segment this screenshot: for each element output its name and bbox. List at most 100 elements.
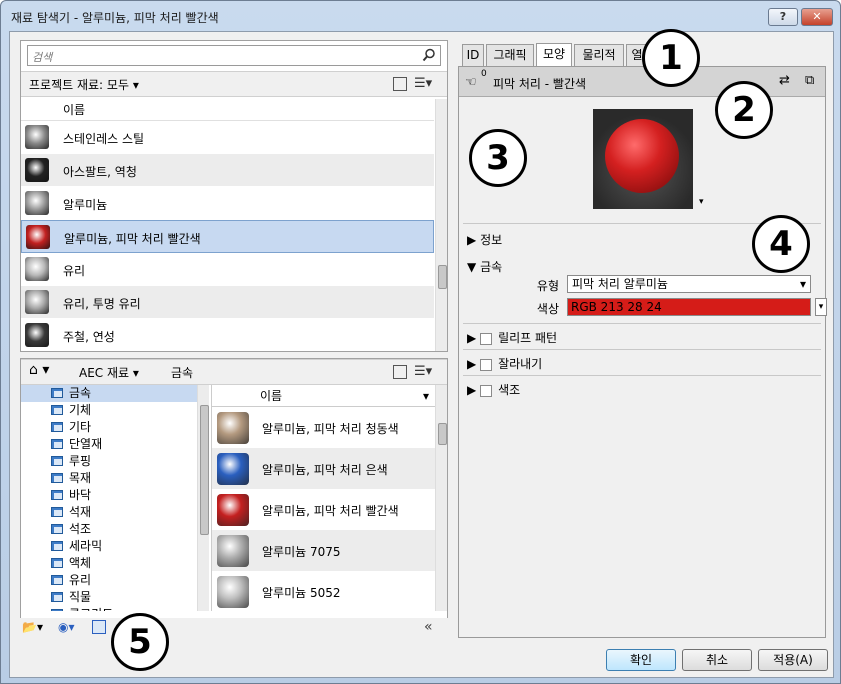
relief-checkbox[interactable] [480, 332, 493, 345]
panel-view-icon[interactable] [393, 365, 407, 379]
tree-item-label: 직물 [69, 590, 92, 604]
list-item[interactable]: 아스팔트, 역청 [21, 154, 434, 187]
scrollbar-thumb[interactable] [200, 405, 209, 535]
tint-checkbox[interactable] [480, 384, 493, 397]
list-item[interactable]: 알루미늄, 피막 처리 빨간색 [212, 489, 437, 530]
tree-item[interactable]: 기체 [21, 402, 199, 419]
material-thumbnail [25, 158, 49, 182]
tree-item[interactable]: 석조 [21, 521, 199, 538]
tree-item[interactable]: 콘크리트 [21, 606, 199, 611]
project-material-list: 이름 스테인레스 스틸 아스팔트, 역청 알루미늄 알루미늄, 피막 처리 빨간색 유리… [21, 99, 434, 351]
tree-item[interactable]: 단열재 [21, 436, 199, 453]
create-material-icon[interactable]: ◉▾ [58, 620, 75, 634]
tree-item[interactable]: 액체 [21, 555, 199, 572]
folder-icon [51, 558, 63, 568]
list-item[interactable]: 주철, 연성 [21, 319, 434, 351]
tree-item[interactable]: 기타 [21, 419, 199, 436]
dialog-window: 재료 탐색기 - 알루미늄, 피막 처리 빨간색 ? ✕ 검색 프로젝트 재료:… [0, 0, 841, 684]
search-placeholder: 검색 [32, 51, 53, 64]
scrollbar-thumb[interactable] [438, 265, 447, 289]
project-filter-dropdown[interactable]: 프로젝트 재료: 모두 ▾ [29, 76, 139, 93]
duplicate-asset-icon[interactable]: ⧉ [805, 73, 814, 88]
folder-icon [51, 524, 63, 534]
tree-item[interactable]: 목재 [21, 470, 199, 487]
material-name: 유리, 투명 유리 [63, 297, 141, 311]
list-item[interactable]: 알루미늄 5052 [212, 571, 437, 611]
tab-physical[interactable]: 물리적 [574, 44, 624, 66]
ok-button[interactable]: 확인 [606, 649, 676, 671]
material-thumbnail [25, 125, 49, 149]
appearance-preview[interactable] [593, 109, 693, 209]
list-item[interactable]: 알루미늄 [21, 187, 434, 220]
scrollbar-thumb[interactable] [438, 423, 447, 445]
section-info[interactable]: ▶ 정보 [467, 231, 502, 248]
window-title: 재료 탐색기 - 알루미늄, 피막 처리 빨간색 [11, 11, 219, 25]
search-input[interactable]: 검색 [27, 45, 441, 66]
material-name: 알루미늄 [63, 198, 108, 212]
tab-graphics[interactable]: 그래픽 [486, 44, 534, 66]
list-item[interactable]: 알루미늄 7075 [212, 530, 437, 571]
title-bar[interactable]: 재료 탐색기 - 알루미늄, 피막 처리 빨간색 ? ✕ [1, 1, 840, 31]
material-thumbnail [26, 225, 50, 249]
breadcrumb-aec[interactable]: AEC 재료 ▾ [79, 364, 139, 381]
chevron-down-icon[interactable]: ▾ [699, 197, 704, 207]
replace-asset-icon[interactable]: ⇄ [779, 73, 790, 88]
tree-item[interactable]: 루핑 [21, 453, 199, 470]
expand-icon: ▶ [467, 357, 477, 371]
type-dropdown[interactable]: 피막 처리 알루미늄 ▾ [567, 275, 811, 293]
section-metal[interactable]: ▼ 금속 [467, 258, 502, 275]
list-view-icon[interactable]: ☰▾ [414, 364, 432, 379]
grid-scrollbar[interactable] [435, 385, 447, 611]
library-column-header[interactable]: 이름 ▾ [212, 385, 437, 407]
list-item[interactable]: 유리 [21, 253, 434, 286]
chevron-down-icon[interactable]: ▾ [423, 385, 429, 407]
material-thumbnail [25, 323, 49, 347]
project-filter-bar: 프로젝트 재료: 모두 ▾ ☰▾ [21, 71, 447, 97]
help-button[interactable]: ? [768, 8, 798, 26]
list-item[interactable]: 알루미늄, 피막 처리 청동색 [212, 407, 437, 448]
tree-item-label: 바닥 [69, 488, 92, 502]
tree-scrollbar[interactable] [197, 385, 209, 611]
tree-item[interactable]: 금속 [21, 385, 199, 402]
material-thumbnail [25, 290, 49, 314]
project-list-scrollbar[interactable] [435, 99, 447, 351]
list-view-icon[interactable]: ☰▾ [414, 76, 432, 91]
home-icon[interactable]: ⌂ ▾ [29, 362, 49, 378]
cutout-checkbox[interactable] [480, 358, 493, 371]
material-name: 스테인레스 스틸 [63, 132, 145, 146]
list-item[interactable]: 알루미늄, 피막 처리 은색 [212, 448, 437, 489]
close-button[interactable]: ✕ [801, 8, 833, 26]
panel-view-icon[interactable] [393, 77, 407, 91]
cancel-button[interactable]: 취소 [682, 649, 752, 671]
color-dropdown-button[interactable]: ▾ [815, 298, 827, 316]
list-item[interactable]: 유리, 투명 유리 [21, 286, 434, 319]
section-tint[interactable]: ▶ 색조 [467, 381, 520, 398]
tab-id[interactable]: ID [462, 44, 484, 66]
tree-item[interactable]: 세라믹 [21, 538, 199, 555]
tree-item-label: 루핑 [69, 454, 92, 468]
tree-item-label: 기체 [69, 403, 92, 417]
list-item[interactable]: 스테인레스 스틸 [21, 121, 434, 154]
apply-button[interactable]: 적용(A) [758, 649, 828, 671]
section-relief[interactable]: ▶ 릴리프 패턴 [467, 329, 557, 346]
collapse-icon[interactable]: « [424, 619, 433, 635]
breadcrumb-metal[interactable]: 금속 [171, 364, 193, 381]
expand-icon: ▶ [467, 383, 477, 397]
material-editor-icon[interactable] [92, 620, 106, 634]
tree-item[interactable]: 유리 [21, 572, 199, 589]
tree-item[interactable]: 직물 [21, 589, 199, 606]
folder-icon [51, 456, 63, 466]
color-field[interactable]: RGB 213 28 24 [567, 298, 811, 316]
search-icon[interactable] [422, 48, 436, 62]
asset-bar: ☜ 0 피막 처리 - 빨간색 ⇄ ⧉ [459, 67, 825, 97]
tree-item[interactable]: 바닥 [21, 487, 199, 504]
callout-1: 1 [642, 29, 700, 87]
open-library-icon[interactable]: 📂▾ [22, 620, 43, 634]
tree-item[interactable]: 석재 [21, 504, 199, 521]
material-name: 주철, 연성 [63, 330, 115, 344]
column-header-name[interactable]: 이름 [21, 99, 434, 121]
tab-appearance[interactable]: 모양 [536, 43, 572, 67]
section-cutout[interactable]: ▶ 잘라내기 [467, 355, 542, 372]
material-thumbnail [217, 535, 249, 567]
list-item[interactable]: 알루미늄, 피막 처리 빨간색 [21, 220, 434, 253]
